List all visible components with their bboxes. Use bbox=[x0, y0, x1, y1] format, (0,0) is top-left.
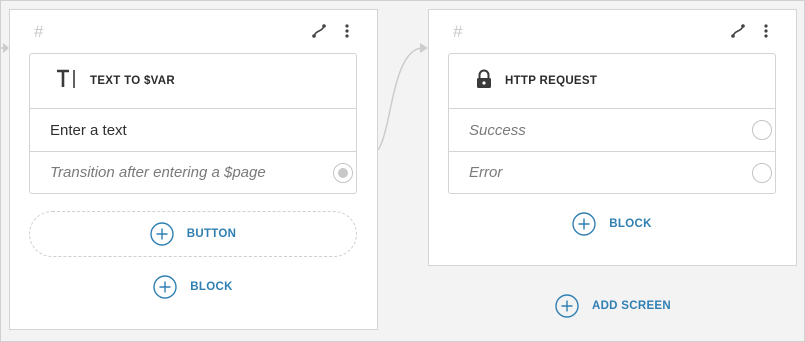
plus-circle-icon bbox=[555, 294, 579, 318]
screen-hash: # bbox=[453, 22, 463, 41]
route-connect-icon[interactable] bbox=[311, 23, 327, 39]
plus-circle-icon bbox=[153, 275, 177, 299]
plus-circle-icon bbox=[572, 212, 596, 236]
add-button-button[interactable]: BUTTON bbox=[29, 211, 357, 257]
add-block-label: BLOCK bbox=[609, 218, 652, 230]
transition-row[interactable]: Transition after entering a $page bbox=[30, 151, 356, 193]
screen-card-text-to-var[interactable]: # TEXT TO $VAR Enter a text Transition a… bbox=[9, 9, 378, 330]
add-screen-button[interactable]: ADD SCREEN bbox=[543, 292, 683, 320]
text-cursor-icon bbox=[56, 69, 78, 94]
error-row[interactable]: Error bbox=[449, 151, 775, 193]
output-connector-radio[interactable] bbox=[752, 120, 772, 140]
add-block-label: BLOCK bbox=[190, 281, 233, 293]
more-vertical-icon[interactable] bbox=[339, 23, 355, 39]
add-block-button[interactable]: BLOCK bbox=[448, 211, 776, 237]
block-title: TEXT TO $VAR bbox=[90, 75, 175, 87]
lock-icon bbox=[475, 69, 493, 94]
success-row[interactable]: Success bbox=[449, 109, 775, 151]
output-connector-radio[interactable] bbox=[752, 162, 772, 183]
add-block-button[interactable]: BLOCK bbox=[29, 274, 357, 300]
screen-card-http-request[interactable]: # HTTP REQUEST Success Error BLOCK bbox=[428, 9, 797, 266]
row-text: Transition after entering a $page bbox=[50, 164, 266, 181]
row-text: Error bbox=[469, 164, 503, 181]
row-text: Success bbox=[469, 121, 526, 139]
screen-tools bbox=[730, 23, 774, 39]
screen-tools bbox=[311, 23, 355, 39]
plus-circle-icon bbox=[150, 222, 174, 246]
add-screen-label: ADD SCREEN bbox=[591, 300, 672, 312]
block-title: HTTP REQUEST bbox=[505, 75, 598, 87]
text-input-row[interactable]: Enter a text bbox=[30, 109, 356, 151]
more-vertical-icon[interactable] bbox=[758, 23, 774, 39]
row-text: Enter a text bbox=[50, 121, 127, 139]
block-header: TEXT TO $VAR bbox=[30, 54, 356, 109]
output-connector-radio[interactable] bbox=[333, 162, 353, 183]
text-to-var-block[interactable]: TEXT TO $VAR Enter a text Transition aft… bbox=[29, 53, 357, 194]
screen-hash: # bbox=[34, 22, 44, 41]
route-connect-icon[interactable] bbox=[730, 23, 746, 39]
block-header: HTTP REQUEST bbox=[449, 54, 775, 109]
http-request-block[interactable]: HTTP REQUEST Success Error bbox=[448, 53, 776, 194]
add-button-label: BUTTON bbox=[186, 228, 237, 240]
